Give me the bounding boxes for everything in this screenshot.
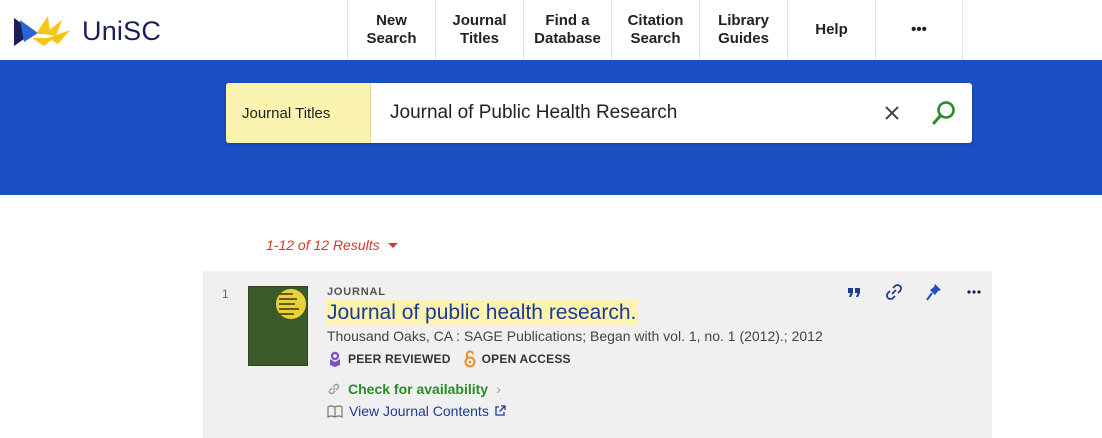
record-title-link[interactable]: Journal of public health research. [325,300,639,326]
pin-button[interactable] [914,281,954,303]
check-availability-label: Check for availability [348,381,489,397]
nav-citation-search-label: Citation Search [627,12,684,47]
result-item: 1 JOURNAL Journal of public health resea… [203,271,992,438]
nav-new-search[interactable]: New Search [347,0,435,60]
more-actions-button[interactable] [954,281,994,303]
peer-reviewed-badge: PEER REVIEWED [327,351,451,367]
nav-find-a-database[interactable]: Find a Database [523,0,611,60]
record-publication-info: Thousand Oaks, CA : SAGE Publications; B… [327,328,823,344]
search-band: Journal Titles Journal of Public Health … [0,60,1102,195]
peer-reviewed-icon [330,351,340,367]
nav-more-menu[interactable]: ••• [875,0,963,60]
search-scope-selector[interactable]: Journal Titles [226,83,371,143]
book-icon [327,404,343,418]
nav-library-guides[interactable]: Library Guides [699,0,787,60]
nav-new-search-label: New Search [366,12,417,47]
record-badges: PEER REVIEWED OPEN ACCESS [327,350,583,368]
search-icon [932,101,955,125]
unisc-logo[interactable]: UniSC [14,14,161,48]
open-access-badge: OPEN ACCESS [463,350,571,368]
external-link-icon [495,405,506,416]
search-scope-label: Journal Titles [242,104,331,122]
check-availability-link[interactable]: Check for availability › [327,381,501,397]
pin-icon [926,284,941,301]
record-type: JOURNAL [327,286,386,298]
logo-text: UniSC [82,15,162,46]
permalink-button[interactable] [874,281,914,303]
link-icon [328,383,340,395]
search-query-text: Journal of Public Health Research [390,102,678,123]
peer-reviewed-label: PEER REVIEWED [348,352,451,366]
nav-help[interactable]: Help [787,0,875,60]
journal-cover-thumbnail[interactable] [248,286,308,366]
nav-journal-titles-label: Journal Titles [452,12,507,47]
record-actions [834,281,994,303]
caret-down-icon [387,242,398,248]
top-header: UniSC New Search Journal Titles Find a D… [0,0,1102,60]
clear-search-button[interactable] [868,83,916,143]
open-access-lock-icon [464,350,476,368]
cite-button[interactable] [834,281,874,303]
search-box: Journal Titles Journal of Public Health … [226,83,972,143]
nav-journal-titles[interactable]: Journal Titles [435,0,523,60]
search-input[interactable]: Journal of Public Health Research [371,83,868,143]
main-nav: New Search Journal Titles Find a Databas… [347,0,963,60]
nav-find-a-database-label: Find a Database [534,12,601,47]
view-journal-contents-label: View Journal Contents [349,403,489,419]
more-dots-icon [967,290,981,294]
more-dots-icon: ••• [911,21,927,38]
link-icon [886,284,902,300]
close-icon [885,106,899,120]
results-count-label: 1-12 of 12 Results [266,237,380,253]
nav-library-guides-label: Library Guides [718,12,769,47]
nav-help-label: Help [815,21,848,38]
open-access-label: OPEN ACCESS [481,352,571,366]
cover-title-lines [279,293,303,318]
view-journal-contents-link[interactable]: View Journal Contents [327,403,506,419]
quote-icon [848,288,860,297]
results-count-dropdown[interactable]: 1-12 of 12 Results [266,237,398,253]
search-submit-button[interactable] [916,83,972,143]
nav-citation-search[interactable]: Citation Search [611,0,699,60]
result-number: 1 [222,287,229,301]
unisc-logo-mark-icon [14,16,70,46]
chevron-right-icon: › [496,381,501,397]
